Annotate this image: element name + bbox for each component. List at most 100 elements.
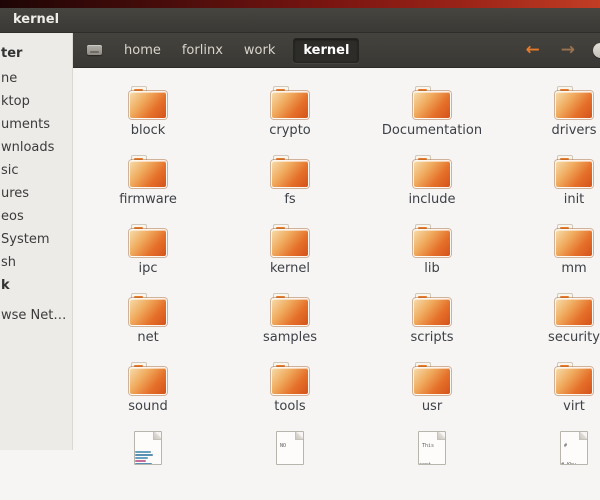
sidebar-item-file-system[interactable]: System: [0, 226, 72, 249]
sidebar-item-label: sic: [1, 163, 19, 178]
file-icon-grid: block crypto Documentation drivers firmw…: [73, 68, 600, 500]
folder-label: mm: [561, 262, 586, 275]
folder-icon: [271, 293, 309, 326]
sidebar-item-pictures[interactable]: ures: [0, 180, 72, 203]
folder-label: Documentation: [382, 124, 482, 137]
folder-label: virt: [563, 400, 585, 413]
folder-icon: [413, 293, 451, 326]
folder-icon: [555, 293, 593, 326]
folder-item-documentation[interactable]: Documentation: [361, 86, 503, 155]
folder-item-kernel[interactable]: kernel: [219, 224, 361, 293]
folder-icon: [555, 362, 593, 395]
file-item-partial-2[interactable]: NO: [219, 431, 361, 500]
folder-label: fs: [284, 193, 295, 206]
file-preview-text: This cont: [419, 439, 434, 465]
folder-label: samples: [263, 331, 317, 344]
sidebar-heading-label: k: [1, 278, 10, 293]
file-item-partial-1[interactable]: [77, 431, 219, 500]
dogear-corner: [295, 431, 304, 440]
text-file-icon: This cont: [418, 431, 446, 465]
folder-item-fs[interactable]: fs: [219, 155, 361, 224]
folder-label: lib: [424, 262, 439, 275]
file-item-partial-4[interactable]: # # Kbu: [503, 431, 600, 500]
folder-item-block[interactable]: block: [77, 86, 219, 155]
sidebar-item-videos[interactable]: eos: [0, 203, 72, 226]
file-item-partial-3[interactable]: This cont: [361, 431, 503, 500]
breadcrumb-computer-button[interactable]: [83, 40, 106, 60]
folder-icon: [555, 155, 593, 188]
sidebar-item-label: wse Net…: [1, 308, 66, 323]
folder-item-scripts[interactable]: scripts: [361, 293, 503, 362]
text-file-icon: # # Kbu: [560, 431, 588, 465]
main-pane: home forlinx work kernel ← → block crypt…: [73, 33, 600, 450]
file-preview-text: NO: [277, 439, 288, 449]
folder-icon: [413, 155, 451, 188]
folder-label: tools: [274, 400, 305, 413]
sidebar-item-desktop[interactable]: ktop: [0, 88, 72, 111]
sidebar-item-downloads[interactable]: wnloads: [0, 134, 72, 157]
folder-item-init[interactable]: init: [503, 155, 600, 224]
folder-item-net[interactable]: net: [77, 293, 219, 362]
folder-label: scripts: [411, 331, 454, 344]
dogear-corner: [579, 431, 588, 440]
folder-label: drivers: [551, 124, 596, 137]
folder-item-virt[interactable]: virt: [503, 362, 600, 431]
folder-icon: [555, 224, 593, 257]
folder-icon: [129, 224, 167, 257]
folder-icon: [271, 155, 309, 188]
folder-item-include[interactable]: include: [361, 155, 503, 224]
places-sidebar: ter ne ktop uments wnloads sic ures eos …: [0, 33, 73, 450]
text-file-icon: [134, 431, 162, 465]
breadcrumb-home[interactable]: home: [121, 38, 164, 63]
sidebar-item-trash[interactable]: sh: [0, 249, 72, 272]
window-titlebar: kernel: [0, 8, 600, 33]
window-title: kernel: [13, 12, 59, 27]
background-red-strip: [0, 0, 600, 8]
folder-icon: [129, 86, 167, 119]
file-preview-text: # # Kbu: [561, 439, 578, 465]
breadcrumb-forlinx[interactable]: forlinx: [179, 38, 226, 63]
folder-item-ipc[interactable]: ipc: [77, 224, 219, 293]
folder-label: security: [548, 331, 600, 344]
folder-icon: [413, 362, 451, 395]
folder-item-usr[interactable]: usr: [361, 362, 503, 431]
sidebar-item-label: ne: [1, 71, 17, 86]
folder-icon: [129, 293, 167, 326]
folder-item-firmware[interactable]: firmware: [77, 155, 219, 224]
folder-label: include: [408, 193, 455, 206]
folder-item-samples[interactable]: samples: [219, 293, 361, 362]
folder-item-sound[interactable]: sound: [77, 362, 219, 431]
folder-item-tools[interactable]: tools: [219, 362, 361, 431]
dogear-corner: [153, 431, 162, 440]
folder-item-mm[interactable]: mm: [503, 224, 600, 293]
folder-icon: [271, 224, 309, 257]
sidebar-item-music[interactable]: sic: [0, 157, 72, 180]
folder-label: firmware: [119, 193, 177, 206]
folder-item-drivers[interactable]: drivers: [503, 86, 600, 155]
sidebar-item-label: uments: [1, 117, 50, 132]
folder-item-crypto[interactable]: crypto: [219, 86, 361, 155]
folder-icon: [555, 86, 593, 119]
breadcrumb-work[interactable]: work: [241, 38, 278, 63]
folder-label: usr: [422, 400, 442, 413]
sidebar-item-browse-network[interactable]: wse Net…: [0, 302, 72, 325]
sidebar-item-label: eos: [1, 209, 24, 224]
folder-icon: [271, 86, 309, 119]
breadcrumb-toolbar: home forlinx work kernel ← →: [73, 33, 600, 68]
search-button-partial[interactable]: [593, 43, 600, 58]
folder-icon: [413, 224, 451, 257]
sidebar-item-documents[interactable]: uments: [0, 111, 72, 134]
sidebar-item-label: ktop: [1, 94, 30, 109]
forward-arrow-button-disabled: →: [558, 40, 578, 61]
folder-item-lib[interactable]: lib: [361, 224, 503, 293]
back-arrow-button[interactable]: ←: [523, 40, 543, 61]
folder-label: crypto: [269, 124, 311, 137]
folder-label: ipc: [138, 262, 157, 275]
folder-label: sound: [128, 400, 167, 413]
folder-icon: [129, 362, 167, 395]
text-file-icon: NO: [276, 431, 304, 465]
sidebar-item-home[interactable]: ne: [0, 65, 72, 88]
sidebar-item-label: wnloads: [1, 140, 54, 155]
folder-item-security[interactable]: security: [503, 293, 600, 362]
breadcrumb-kernel-current[interactable]: kernel: [293, 38, 359, 63]
